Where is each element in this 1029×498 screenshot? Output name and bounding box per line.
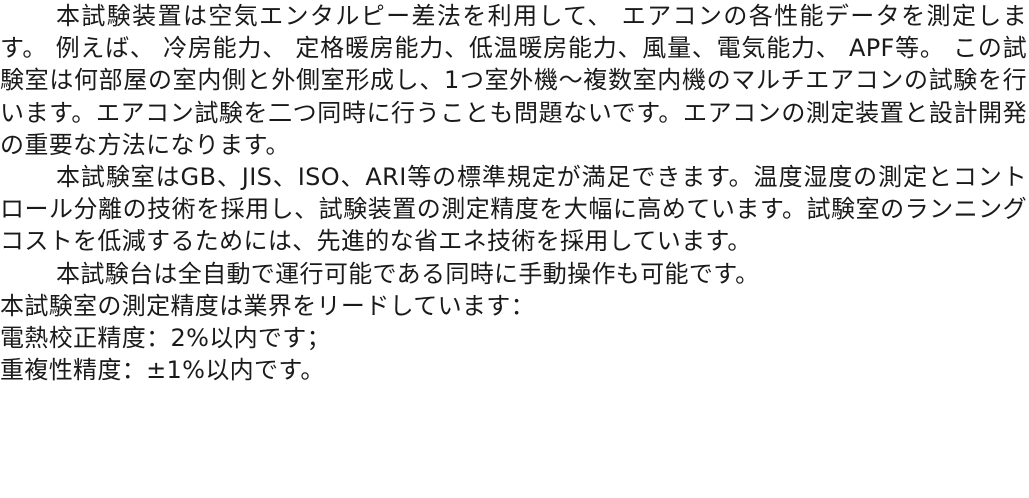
accuracy-item-electric-heat-calibration: 電熱校正精度：2%以内です； <box>0 324 331 353</box>
paragraph-test-equipment-overview: 本試験装置は空気エンタルピー差法を利用して、 エアコンの各性能データを測定します… <box>0 2 1027 159</box>
document-body: 本試験装置は空気エンタルピー差法を利用して、 エアコンの各性能データを測定します… <box>0 0 1029 498</box>
paragraph-operation-mode: 本試験台は全自動で運行可能である同時に手動操作も可能です。 <box>56 259 760 288</box>
accuracy-item-repeatability: 重複性精度：±1%以内です。 <box>0 356 325 385</box>
paragraph-standards-and-technology: 本試験室はGB、JIS、ISO、ARI等の標準規定が満足できます。温度湿度の測定… <box>0 163 1027 256</box>
paragraph-measurement-accuracy: 本試験室の測定精度は業界をリードしています： <box>0 291 535 320</box>
